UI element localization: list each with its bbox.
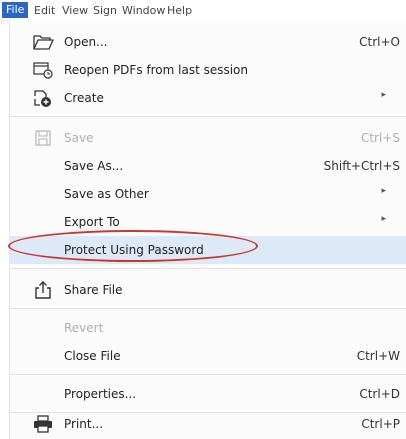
menu-item-save-label: Save: [64, 131, 94, 145]
menu-item-properties[interactable]: Properties... Ctrl+D: [10, 380, 406, 408]
save-icon: [32, 128, 54, 148]
submenu-arrow-icon: ▸: [381, 90, 386, 100]
menu-item-close-shortcut: Ctrl+W: [356, 349, 400, 363]
menu-window[interactable]: Window: [122, 3, 165, 18]
file-menu: Open... Ctrl+O Reopen PDFs from last ses…: [10, 20, 406, 439]
menu-item-close-label: Close File: [64, 349, 121, 363]
submenu-arrow-icon: ▸: [381, 186, 386, 196]
menu-item-protect-label: Protect Using Password: [64, 243, 204, 257]
menu-item-properties-shortcut: Ctrl+D: [359, 387, 400, 401]
menu-item-share-file[interactable]: Share File: [10, 276, 406, 304]
menu-item-revert-label: Revert: [64, 321, 104, 335]
menu-bar: File Edit View Sign Window Help: [0, 0, 406, 21]
menu-item-create-label: Create: [64, 91, 104, 105]
separator: [10, 116, 406, 117]
menu-item-revert: Revert: [10, 314, 406, 342]
menu-item-open-shortcut: Ctrl+O: [359, 35, 400, 49]
menu-item-print-label: Print...: [64, 417, 104, 431]
menu-item-save-as-label: Save As...: [64, 159, 124, 173]
menu-item-save-as[interactable]: Save As... Shift+Ctrl+S: [10, 152, 406, 180]
reopen-icon: [32, 60, 54, 80]
menu-item-protect-using-password[interactable]: Protect Using Password: [10, 236, 406, 264]
menu-item-save-shortcut: Ctrl+S: [360, 131, 400, 145]
menu-item-close-file[interactable]: Close File Ctrl+W: [10, 342, 406, 370]
create-icon: [32, 88, 54, 108]
menu-item-open-label: Open...: [64, 35, 108, 49]
menu-item-print[interactable]: Print... Ctrl+P: [10, 410, 406, 438]
separator: [10, 268, 406, 269]
menu-help[interactable]: Help: [167, 3, 192, 18]
separator: [10, 374, 406, 375]
menu-item-save-as-other-label: Save as Other: [64, 187, 149, 201]
menu-item-create[interactable]: Create ▸: [10, 84, 406, 112]
menu-item-save-as-other[interactable]: Save as Other ▸: [10, 180, 406, 208]
menu-item-reopen-label: Reopen PDFs from last session: [64, 63, 249, 77]
menu-item-export-to-label: Export To: [64, 215, 120, 229]
menu-file[interactable]: File: [2, 2, 29, 18]
menu-item-open[interactable]: Open... Ctrl+O: [10, 28, 406, 56]
menu-sign[interactable]: Sign: [93, 3, 117, 18]
separator: [10, 308, 406, 309]
menu-item-save: Save Ctrl+S: [10, 124, 406, 152]
menu-item-share-label: Share File: [64, 283, 123, 297]
menu-item-print-shortcut: Ctrl+P: [361, 417, 400, 431]
menu-item-properties-label: Properties...: [64, 387, 137, 401]
folder-open-icon: [32, 32, 54, 52]
submenu-arrow-icon: ▸: [381, 214, 386, 224]
menu-edit[interactable]: Edit: [34, 3, 55, 18]
share-icon: [32, 280, 54, 300]
menu-item-save-as-shortcut: Shift+Ctrl+S: [323, 159, 400, 173]
print-icon: [32, 414, 54, 434]
menu-item-export-to[interactable]: Export To ▸: [10, 208, 406, 236]
menu-item-reopen[interactable]: Reopen PDFs from last session: [10, 56, 406, 84]
menu-view[interactable]: View: [62, 3, 88, 18]
